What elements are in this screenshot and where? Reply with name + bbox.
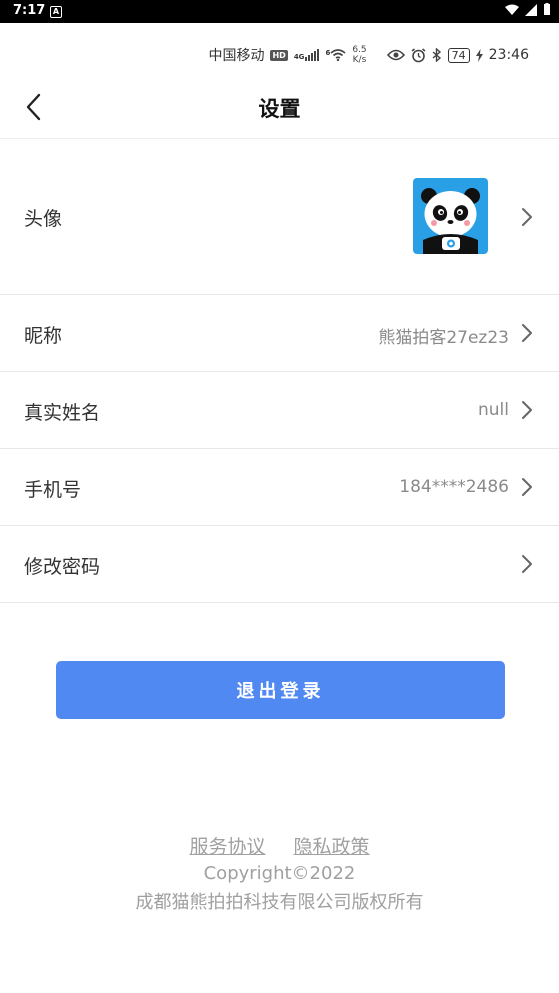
carrier-name: 中国移动 [208, 48, 265, 64]
battery-icon [544, 3, 550, 15]
bluetooth-icon [432, 48, 441, 62]
wifi-signal-icon: 6 [325, 49, 346, 61]
avatar [413, 178, 488, 254]
company-text: 成都猫熊拍拍科技有限公司版权所有 [135, 892, 424, 913]
privacy-policy-link[interactable]: 隐私政策 [294, 836, 370, 858]
chevron-right-icon [522, 324, 532, 342]
app-status-line: 中国移动 HD 4G 6 6.5 K/s 74 23:46 [0, 40, 559, 70]
chevron-right-icon [522, 401, 532, 419]
cell-signal-icon [525, 3, 537, 16]
page-header: 设置 [0, 78, 559, 139]
hd-badge: HD [270, 49, 288, 61]
settings-row-phone[interactable]: 手机号 184****2486 [0, 448, 559, 526]
copyright-text: Copyright©2022 [203, 863, 356, 884]
logout-button[interactable]: 退出登录 [56, 661, 505, 719]
row-value-phone: 184****2486 [399, 477, 509, 497]
system-status-bar: 7:17 A [0, 0, 559, 23]
row-value-nickname: 熊猫拍客27ez23 [378, 328, 509, 348]
page-title: 设置 [258, 97, 301, 121]
row-value-real-name: null [478, 400, 509, 420]
row-label-phone: 手机号 [24, 479, 82, 501]
chevron-right-icon [522, 208, 532, 226]
settings-row-avatar[interactable]: 头像 [0, 139, 559, 295]
status-clock: 23:46 [488, 47, 529, 63]
charging-icon [475, 48, 483, 62]
wifi-icon [505, 4, 519, 15]
alarm-icon [411, 47, 426, 62]
service-agreement-link[interactable]: 服务协议 [189, 836, 265, 858]
network-speed: 6.5 K/s [352, 45, 367, 65]
battery-level: 74 [447, 47, 470, 63]
footer: 服务协议 隐私政策 Copyright©2022 成都猫熊拍拍科技有限公司版权所有 [0, 832, 559, 914]
system-time: 7:17 [13, 3, 46, 18]
row-label-real-name: 真实姓名 [24, 402, 101, 424]
notification-icon: A [50, 6, 62, 18]
chevron-right-icon [522, 555, 532, 573]
row-label-nickname: 昵称 [24, 325, 63, 347]
settings-row-nickname[interactable]: 昵称 熊猫拍客27ez23 [0, 294, 559, 372]
settings-row-real-name[interactable]: 真实姓名 null [0, 371, 559, 449]
signal-4g-icon: 4G [294, 49, 320, 61]
eye-icon [386, 49, 405, 61]
row-label-change-password: 修改密码 [24, 556, 101, 578]
row-label-avatar: 头像 [24, 208, 63, 230]
chevron-right-icon [522, 478, 532, 496]
settings-row-change-password[interactable]: 修改密码 [0, 525, 559, 603]
